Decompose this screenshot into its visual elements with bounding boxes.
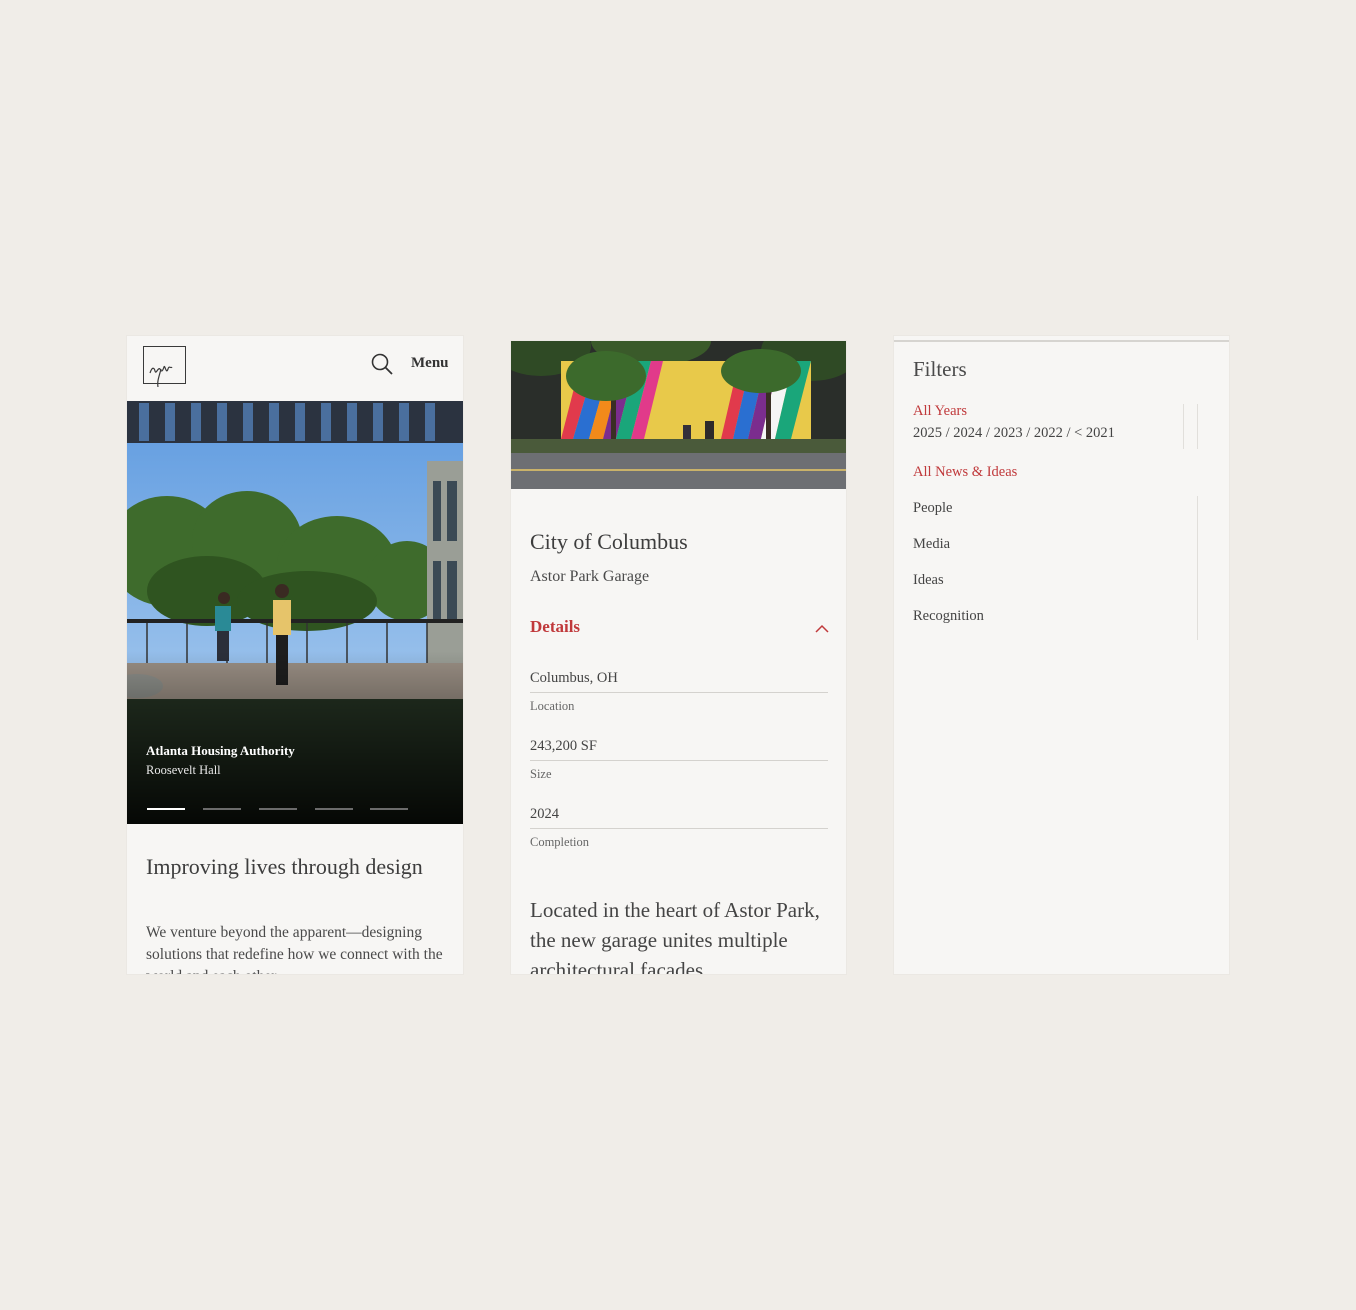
- carousel-dot-5[interactable]: [370, 808, 408, 810]
- carousel-dot-3[interactable]: [259, 808, 297, 810]
- intro-body-text: We venture beyond the apparent—designing…: [146, 924, 443, 974]
- details-accordion-toggle[interactable]: Details: [530, 617, 829, 641]
- detail-completion: 2024 Completion: [530, 806, 828, 850]
- detail-location: Columbus, OH Location: [530, 670, 828, 714]
- details-label: Details: [530, 617, 581, 636]
- home-screen-panel: Menu Atlanta Housing Authority Roosevelt…: [127, 336, 463, 974]
- site-header: Menu: [127, 336, 463, 401]
- client-name: City of Columbus: [530, 529, 688, 554]
- year-before-2021[interactable]: < 2021: [1074, 425, 1115, 441]
- size-value: 243,200 SF: [530, 738, 828, 761]
- category-recognition[interactable]: Recognition: [913, 608, 984, 625]
- filters-panel: Filters All Years 2025 / 2024 / 2023 / 2…: [894, 336, 1229, 974]
- category-media[interactable]: Media: [913, 536, 950, 553]
- completion-value: 2024: [530, 806, 828, 829]
- year-2024[interactable]: 2024: [953, 425, 982, 441]
- location-label: Location: [530, 699, 575, 713]
- intro-heading: Improving lives through design: [146, 854, 423, 879]
- scroll-divider: [1183, 404, 1184, 449]
- category-ideas[interactable]: Ideas: [913, 572, 944, 589]
- all-years-filter[interactable]: All Years: [913, 403, 967, 420]
- hero-caption-subtitle: Roosevelt Hall: [146, 763, 221, 777]
- carousel-dot-4[interactable]: [315, 808, 353, 810]
- year-filter-list: 2025 / 2024 / 2023 / 2022 / < 2021: [913, 425, 1115, 441]
- signature-logo-icon[interactable]: [143, 346, 186, 387]
- search-icon[interactable]: [370, 352, 394, 376]
- project-image: [511, 341, 846, 489]
- all-categories-filter[interactable]: All News & Ideas: [913, 464, 1017, 481]
- hero-caption-title: Atlanta Housing Authority: [146, 743, 295, 758]
- year-2022[interactable]: 2022: [1034, 425, 1063, 441]
- project-description: Located in the heart of Astor Park, the …: [530, 898, 820, 974]
- filters-title: Filters: [913, 357, 967, 381]
- carousel-dot-1[interactable]: [147, 808, 185, 810]
- year-2023[interactable]: 2023: [994, 425, 1023, 441]
- size-label: Size: [530, 767, 552, 781]
- scroll-divider: [1197, 496, 1198, 640]
- top-divider: [894, 340, 1229, 342]
- completion-label: Completion: [530, 835, 590, 849]
- year-2025[interactable]: 2025: [913, 425, 942, 441]
- project-detail-panel: City of Columbus Astor Park Garage Detai…: [511, 341, 846, 974]
- scroll-divider: [1197, 404, 1198, 449]
- hero-caption[interactable]: Atlanta Housing Authority Roosevelt Hall: [146, 743, 295, 778]
- detail-size: 243,200 SF Size: [530, 738, 828, 782]
- carousel-dot-2[interactable]: [203, 808, 241, 810]
- menu-button[interactable]: Menu: [411, 355, 449, 372]
- hero-carousel[interactable]: Atlanta Housing Authority Roosevelt Hall: [127, 401, 463, 824]
- chevron-up-icon: [815, 621, 829, 639]
- project-name: Astor Park Garage: [530, 568, 650, 585]
- location-value: Columbus, OH: [530, 670, 828, 693]
- category-people[interactable]: People: [913, 500, 952, 517]
